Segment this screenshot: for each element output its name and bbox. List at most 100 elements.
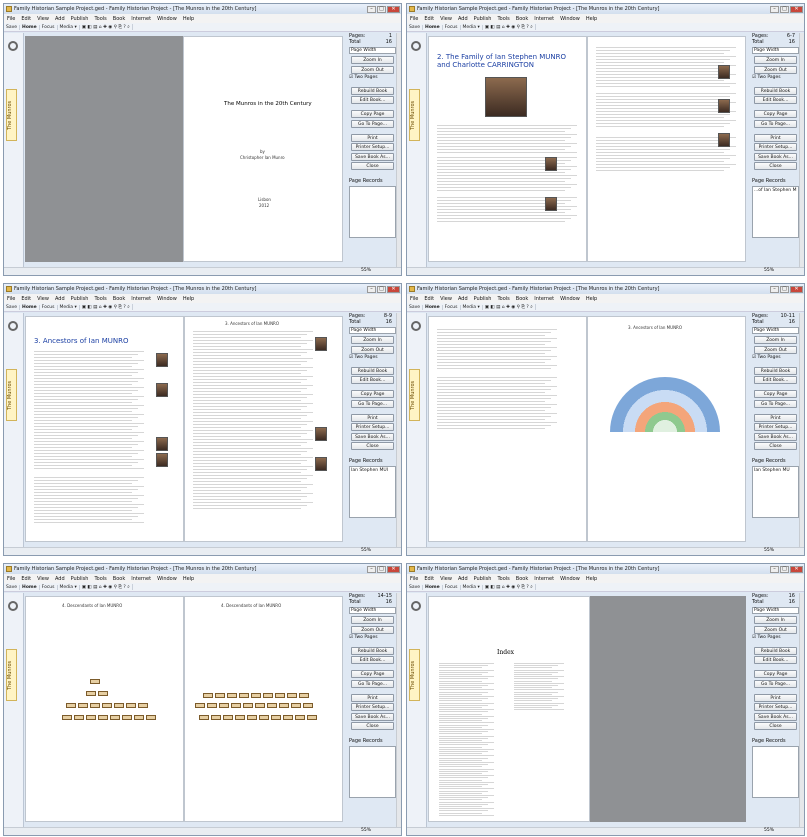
page-width-select[interactable]: Page Width [752, 47, 799, 54]
menu-edit[interactable]: Edit [18, 16, 34, 22]
edit-book-button[interactable]: Edit Book... [351, 96, 394, 104]
focus-button[interactable]: Focus [40, 24, 58, 30]
home-button[interactable]: Home [423, 584, 443, 590]
toolbar-icons[interactable]: ▣ ◧ ▤ ⌂ ✚ ◉ ⚲ ⎘ ? ⌕ [483, 584, 536, 590]
save-button[interactable]: Save [407, 304, 424, 310]
rebuild-book-button[interactable]: Rebuild Book [351, 646, 394, 655]
toolbar-icons[interactable]: ▣ ◧ ▤ ⌂ ✚ ◉ ⚲ ⎘ ? ⌕ [483, 24, 536, 30]
page-width-select[interactable]: Page Width [349, 327, 396, 334]
menu-window[interactable]: Window [557, 296, 583, 302]
menu-edit[interactable]: Edit [18, 296, 34, 302]
vertical-scrollbar[interactable] [396, 33, 401, 267]
menu-add[interactable]: Add [455, 16, 471, 22]
menu-add[interactable]: Add [52, 16, 68, 22]
menu-view[interactable]: View [34, 576, 52, 582]
minimize-button[interactable]: – [770, 5, 779, 13]
home-button[interactable]: Home [423, 24, 443, 30]
vertical-scrollbar[interactable] [799, 33, 804, 267]
menu-edit[interactable]: Edit [18, 576, 34, 582]
close-button[interactable]: Close [351, 442, 394, 450]
menu-add[interactable]: Add [455, 296, 471, 302]
menu-tools[interactable]: Tools [494, 16, 512, 22]
save-button[interactable]: Save [407, 584, 424, 590]
printer-setup-button[interactable]: Printer Setup... [754, 423, 797, 431]
go-to-page-button[interactable]: Go To Page... [351, 399, 394, 408]
menu-file[interactable]: File [407, 296, 421, 302]
menu-file[interactable]: File [4, 296, 18, 302]
close-button[interactable]: Close [351, 722, 394, 730]
menu-publish[interactable]: Publish [471, 296, 495, 302]
media-button[interactable]: Media ▾ [461, 584, 483, 590]
printer-setup-button[interactable]: Printer Setup... [351, 423, 394, 431]
rebuild-book-button[interactable]: Rebuild Book [754, 366, 797, 375]
menu-tools[interactable]: Tools [91, 576, 109, 582]
magnifier-icon[interactable] [8, 601, 18, 611]
save-button[interactable]: Save [4, 584, 21, 590]
menu-help[interactable]: Help [180, 16, 197, 22]
menu-book[interactable]: Book [513, 296, 531, 302]
menu-window[interactable]: Window [557, 16, 583, 22]
close-window-button[interactable]: ✕ [790, 285, 803, 293]
close-window-button[interactable]: ✕ [387, 565, 400, 573]
page-width-select[interactable]: Page Width [752, 607, 799, 614]
vertical-scrollbar[interactable] [799, 313, 804, 547]
page-records-list[interactable] [349, 185, 396, 238]
zoom-out-button[interactable]: Zoom Out [351, 625, 394, 634]
edit-book-button[interactable]: Edit Book... [351, 656, 394, 664]
close-button[interactable]: Close [754, 162, 797, 170]
home-button[interactable]: Home [423, 304, 443, 310]
magnifier-icon[interactable] [411, 601, 421, 611]
menu-publish[interactable]: Publish [68, 296, 92, 302]
zoom-in-button[interactable]: Zoom In [754, 56, 797, 64]
menu-publish[interactable]: Publish [68, 576, 92, 582]
page-record-item[interactable]: ...of Ian Stephen M [754, 188, 796, 193]
maximize-button[interactable]: □ [377, 565, 386, 573]
edit-book-button[interactable]: Edit Book... [754, 656, 797, 664]
two-pages-checkbox[interactable]: ☑ Two Pages [349, 635, 396, 642]
menu-help[interactable]: Help [180, 576, 197, 582]
sidebar-tab-the-munros[interactable]: The Munros [409, 369, 420, 421]
menu-view[interactable]: View [34, 296, 52, 302]
media-button[interactable]: Media ▾ [58, 584, 80, 590]
menu-file[interactable]: File [4, 16, 18, 22]
menu-view[interactable]: View [34, 16, 52, 22]
menu-tools[interactable]: Tools [91, 296, 109, 302]
maximize-button[interactable]: □ [780, 285, 789, 293]
menu-edit[interactable]: Edit [421, 16, 437, 22]
rebuild-book-button[interactable]: Rebuild Book [351, 366, 394, 375]
close-button[interactable]: Close [351, 162, 394, 170]
close-window-button[interactable]: ✕ [387, 5, 400, 13]
focus-button[interactable]: Focus [443, 304, 461, 310]
rebuild-book-button[interactable]: Rebuild Book [754, 646, 797, 655]
save-book-as-button[interactable]: Save Book As... [754, 432, 797, 441]
print-button[interactable]: Print [754, 413, 797, 422]
minimize-button[interactable]: – [367, 285, 376, 293]
media-button[interactable]: Media ▾ [461, 304, 483, 310]
menu-help[interactable]: Help [583, 296, 600, 302]
two-pages-checkbox[interactable]: ☑ Two Pages [349, 355, 396, 362]
menu-view[interactable]: View [437, 576, 455, 582]
rebuild-book-button[interactable]: Rebuild Book [754, 86, 797, 95]
zoom-out-button[interactable]: Zoom Out [754, 65, 797, 74]
edit-book-button[interactable]: Edit Book... [754, 96, 797, 104]
sidebar-tab-the-munros[interactable]: The Munros [409, 649, 420, 701]
page-width-select[interactable]: Page Width [349, 607, 396, 614]
menu-publish[interactable]: Publish [68, 16, 92, 22]
vertical-scrollbar[interactable] [396, 593, 401, 827]
menu-window[interactable]: Window [557, 576, 583, 582]
page-records-list[interactable]: ...of Ian Stephen M [752, 185, 799, 238]
sidebar-tab-the-munros[interactable]: The Munros [6, 649, 17, 701]
menu-add[interactable]: Add [52, 296, 68, 302]
page-records-list[interactable] [349, 745, 396, 798]
focus-button[interactable]: Focus [443, 24, 461, 30]
menu-tools[interactable]: Tools [91, 16, 109, 22]
two-pages-checkbox[interactable]: ☑ Two Pages [752, 355, 799, 362]
print-button[interactable]: Print [754, 693, 797, 702]
minimize-button[interactable]: – [770, 565, 779, 573]
toolbar-icons[interactable]: ▣ ◧ ▤ ⌂ ✚ ◉ ⚲ ⎘ ? ⌕ [80, 584, 133, 590]
media-button[interactable]: Media ▾ [58, 24, 80, 30]
menu-internet[interactable]: Internet [128, 576, 154, 582]
printer-setup-button[interactable]: Printer Setup... [754, 703, 797, 711]
save-button[interactable]: Save [4, 24, 21, 30]
zoom-out-button[interactable]: Zoom Out [351, 65, 394, 74]
